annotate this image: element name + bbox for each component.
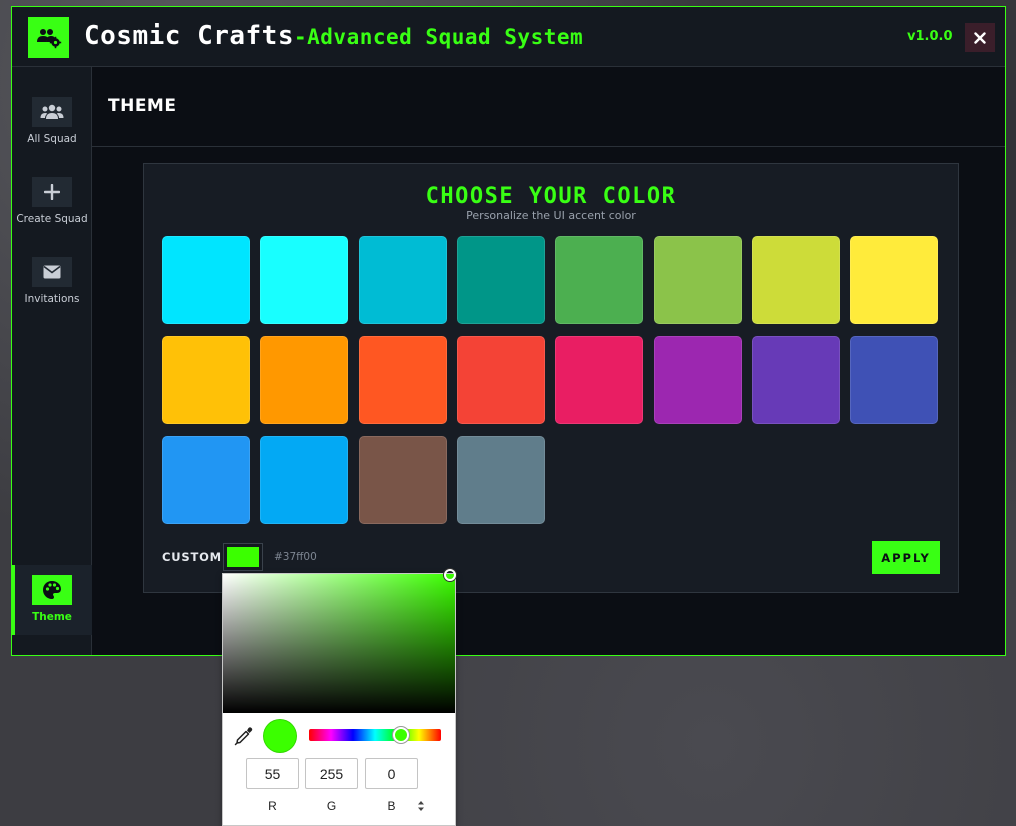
color-swatch[interactable] [260, 336, 348, 424]
custom-color-swatch[interactable] [223, 543, 263, 571]
sidebar-item-label: Invitations [24, 293, 80, 305]
eyedropper-icon [234, 727, 253, 746]
sidebar-item-create-squad[interactable]: Create Squad [12, 177, 92, 249]
sidebar-item-label: Theme [32, 611, 72, 623]
green-input[interactable] [305, 758, 358, 789]
color-swatch[interactable] [162, 336, 250, 424]
color-swatch[interactable] [260, 236, 348, 324]
theme-panel: CHOOSE YOUR COLOR Personalize the UI acc… [143, 163, 959, 593]
color-mode-toggle[interactable] [414, 798, 428, 814]
red-label: R [268, 799, 277, 813]
title-bar: Cosmic Crafts -Advanced Squad System v1.… [12, 7, 1005, 67]
color-swatch[interactable] [555, 336, 643, 424]
squad-gear-icon [36, 28, 61, 48]
sidebar-item-invitations[interactable]: Invitations [12, 257, 92, 329]
green-label: G [326, 799, 337, 813]
app-title: Cosmic Crafts -Advanced Squad System [84, 21, 583, 53]
sidebar-icon-box [32, 575, 72, 605]
color-swatch[interactable] [359, 336, 447, 424]
color-swatch[interactable] [850, 336, 938, 424]
swatch-grid [162, 236, 942, 528]
custom-label: CUSTOM [162, 550, 222, 564]
close-icon [974, 31, 986, 44]
color-swatch[interactable] [457, 236, 545, 324]
envelope-icon [43, 265, 61, 279]
app-logo [28, 17, 69, 58]
color-swatch[interactable] [359, 436, 447, 524]
sidebar-item-all-squad[interactable]: All Squad [12, 97, 92, 169]
color-swatch[interactable] [457, 436, 545, 524]
color-swatch[interactable] [654, 236, 742, 324]
custom-hex-value: #37ff00 [274, 551, 317, 563]
color-swatch[interactable] [359, 236, 447, 324]
color-preview [263, 719, 297, 753]
color-picker-popup: R G B [222, 569, 456, 826]
sidebar: All Squad Create Squad Invitations Theme [12, 67, 92, 655]
saturation-value-handle[interactable] [444, 569, 456, 581]
hue-slider[interactable] [309, 727, 441, 743]
blue-label: B [387, 799, 396, 813]
blue-input[interactable] [365, 758, 418, 789]
color-swatch[interactable] [457, 336, 545, 424]
version-label: v1.0.0 [907, 29, 953, 44]
plus-icon [44, 184, 60, 200]
up-down-arrows-icon [418, 801, 424, 811]
color-swatch[interactable] [162, 236, 250, 324]
sidebar-icon-box [32, 177, 72, 207]
sidebar-item-label: Create Squad [16, 213, 88, 225]
color-swatch[interactable] [654, 336, 742, 424]
color-swatch[interactable] [162, 436, 250, 524]
hue-slider-handle[interactable] [393, 727, 409, 743]
panel-subtitle: Personalize the UI accent color [466, 209, 636, 222]
users-icon [40, 104, 64, 119]
saturation-value-area[interactable] [223, 569, 456, 713]
custom-color-fill [227, 547, 259, 567]
panel-title: CHOOSE YOUR COLOR [425, 184, 677, 209]
page-title: THEME [108, 96, 177, 116]
sidebar-icon-box [32, 257, 72, 287]
color-swatch[interactable] [850, 236, 938, 324]
sidebar-icon-box [32, 97, 72, 127]
palette-icon [43, 581, 61, 599]
color-swatch[interactable] [555, 236, 643, 324]
app-window: Cosmic Crafts -Advanced Squad System v1.… [11, 6, 1006, 656]
color-swatch[interactable] [752, 336, 840, 424]
red-input[interactable] [246, 758, 299, 789]
color-swatch[interactable] [752, 236, 840, 324]
close-button[interactable] [965, 23, 995, 52]
eyedropper-button[interactable] [234, 726, 254, 746]
sidebar-item-label: All Squad [27, 133, 77, 145]
app-title-main: Cosmic Crafts [84, 21, 294, 51]
apply-button[interactable]: APPLY [872, 541, 940, 574]
app-title-sub: -Advanced Squad System [294, 25, 584, 49]
sidebar-item-theme[interactable]: Theme [12, 565, 92, 635]
color-swatch[interactable] [260, 436, 348, 524]
content-header: THEME [92, 67, 1005, 147]
